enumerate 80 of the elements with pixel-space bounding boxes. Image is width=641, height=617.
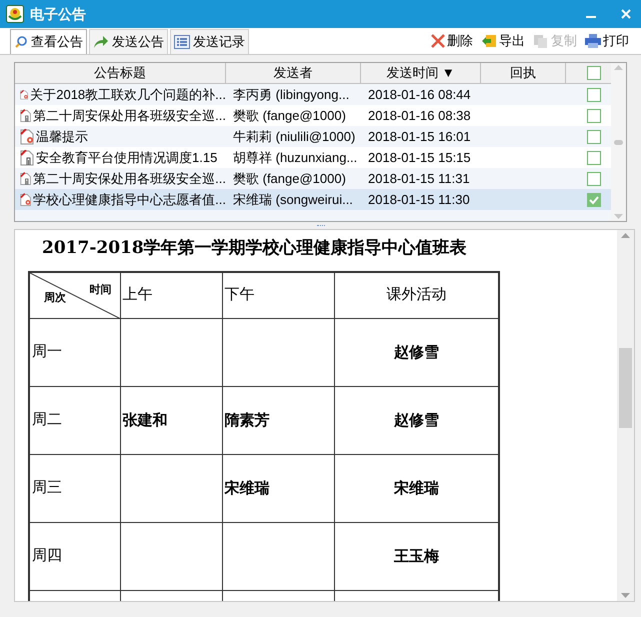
table-cell: 胡尊祥 (huzunxiang... — [233, 150, 358, 165]
printer-icon — [585, 34, 601, 48]
print-button[interactable]: 打印 — [581, 29, 633, 53]
column-header[interactable]: 发送时间 ▼ — [361, 63, 481, 83]
table-cell: 2018-01-15 11:30 — [368, 192, 470, 207]
scrollbar-thumb[interactable] — [614, 140, 623, 144]
table-cell: 周一 — [32, 342, 62, 360]
header-label: 时间 — [90, 282, 112, 298]
arrow-icon — [93, 35, 109, 49]
attachment-document-icon — [20, 108, 32, 124]
table-cell-text: 安全教育平台使用情况调度1.15 — [36, 148, 218, 167]
window-title: 电子公告 — [30, 4, 86, 24]
down-arrow-icon[interactable] — [621, 593, 630, 598]
splitter-handle[interactable] — [316, 224, 324, 226]
table-cell: 2018-01-15 15:15 — [368, 150, 471, 165]
table-cell: 樊歌 (fange@1000) — [233, 108, 346, 123]
attachment-document-icon — [20, 150, 34, 166]
table-cell: 2018-01-15 11:31 — [368, 170, 470, 186]
search-icon — [14, 35, 28, 49]
table-cell: 赵修雪 — [394, 342, 439, 361]
tab[interactable]: 查看公告 — [10, 29, 87, 54]
logo-icon — [6, 5, 24, 23]
table-cell: 宋维瑞 (songweirui... — [233, 192, 353, 207]
checkbox[interactable] — [586, 66, 600, 80]
table-row[interactable]: 学校心理健康指导中心志愿者值... 宋维瑞 (songweirui... 2018-01-15 11:30 — [15, 189, 611, 210]
table-cell: 张建和 — [122, 410, 168, 429]
table-cell: 隋素芳 — [224, 410, 270, 429]
column-header[interactable]: 发送者 — [226, 63, 361, 83]
checkbox[interactable] — [587, 108, 601, 122]
table-cell-text: 关于2018教工联欢几个问题的补... — [30, 86, 226, 104]
table-cell: 周三 — [32, 478, 62, 496]
table-cell: 樊歌 (fange@1000) — [233, 170, 346, 186]
table-cell: 王玉梅 — [394, 546, 439, 565]
table-cell: 李丙勇 (libingyong... — [233, 86, 350, 102]
scrollbar-thumb[interactable] — [619, 348, 632, 428]
up-arrow-icon[interactable] — [621, 233, 630, 238]
tab[interactable]: 发送公告 — [89, 29, 168, 54]
column-header[interactable]: 公告标题 — [15, 63, 226, 83]
table-cell: 2018-01-15 16:01 — [368, 128, 471, 144]
scrollbar[interactable] — [617, 230, 634, 601]
table-cell: 2018-01-16 08:44 — [368, 86, 471, 102]
table-row[interactable]: 温馨提示 牛莉莉 (niulili@1000) 2018-01-15 16:01 — [15, 126, 611, 147]
table-cell: 周四 — [32, 546, 62, 564]
down-arrow-icon[interactable] — [614, 214, 623, 219]
table-cell-text: 第二十周安保处用各班级安全巡... — [33, 106, 226, 125]
table-row[interactable]: 第二十周安保处用各班级安全巡... 樊歌 (fange@1000) 2018-01-15 11:31 — [15, 168, 611, 189]
scrollbar[interactable] — [611, 63, 626, 221]
checkbox[interactable] — [587, 150, 601, 164]
table-header: 课外活动 — [386, 286, 446, 303]
document-icon — [20, 128, 34, 144]
table-header: 下午 — [224, 286, 254, 303]
tab[interactable]: 发送记录 — [170, 29, 249, 54]
table-cell: 赵修雪 — [394, 410, 439, 429]
export-icon — [481, 34, 497, 48]
document-icon — [20, 192, 32, 208]
checkbox[interactable] — [587, 88, 601, 102]
table-cell-text: 温馨提示 — [36, 128, 88, 146]
delete-button[interactable]: 删除 — [427, 29, 477, 53]
table-header: 上午 — [122, 286, 152, 303]
checkbox[interactable] — [587, 192, 601, 206]
table-cell: 周二 — [32, 410, 62, 428]
column-header[interactable]: 回执 — [481, 63, 566, 83]
table-cell: 2018-01-16 08:38 — [368, 108, 471, 123]
close-icon[interactable] — [621, 9, 631, 19]
export-button[interactable]: 导出 — [477, 29, 529, 53]
copy-icon — [533, 34, 549, 48]
table-cell: 宋维瑞 — [394, 478, 439, 497]
attachment-document-icon — [20, 170, 32, 186]
list-icon — [174, 35, 190, 49]
table-cell: 牛莉莉 (niulili@1000) — [233, 128, 356, 144]
checkbox[interactable] — [587, 130, 601, 144]
table-cell-text: 学校心理健康指导中心志愿者值... — [33, 190, 226, 209]
cross-icon — [431, 34, 445, 48]
up-arrow-icon[interactable] — [614, 65, 623, 70]
table-cell-text: 第二十周安保处用各班级安全巡... — [33, 170, 226, 188]
table-row[interactable]: 关于2018教工联欢几个问题的补... 李丙勇 (libingyong... 2018-01-16 08:44 — [15, 84, 611, 105]
table-cell: 宋维瑞 — [224, 478, 270, 497]
header-label: 周次 — [44, 291, 66, 306]
checkbox[interactable] — [587, 172, 601, 186]
document-heading: 2017-2018学年第一学期学校心理健康指导中心值班表 — [41, 237, 468, 260]
